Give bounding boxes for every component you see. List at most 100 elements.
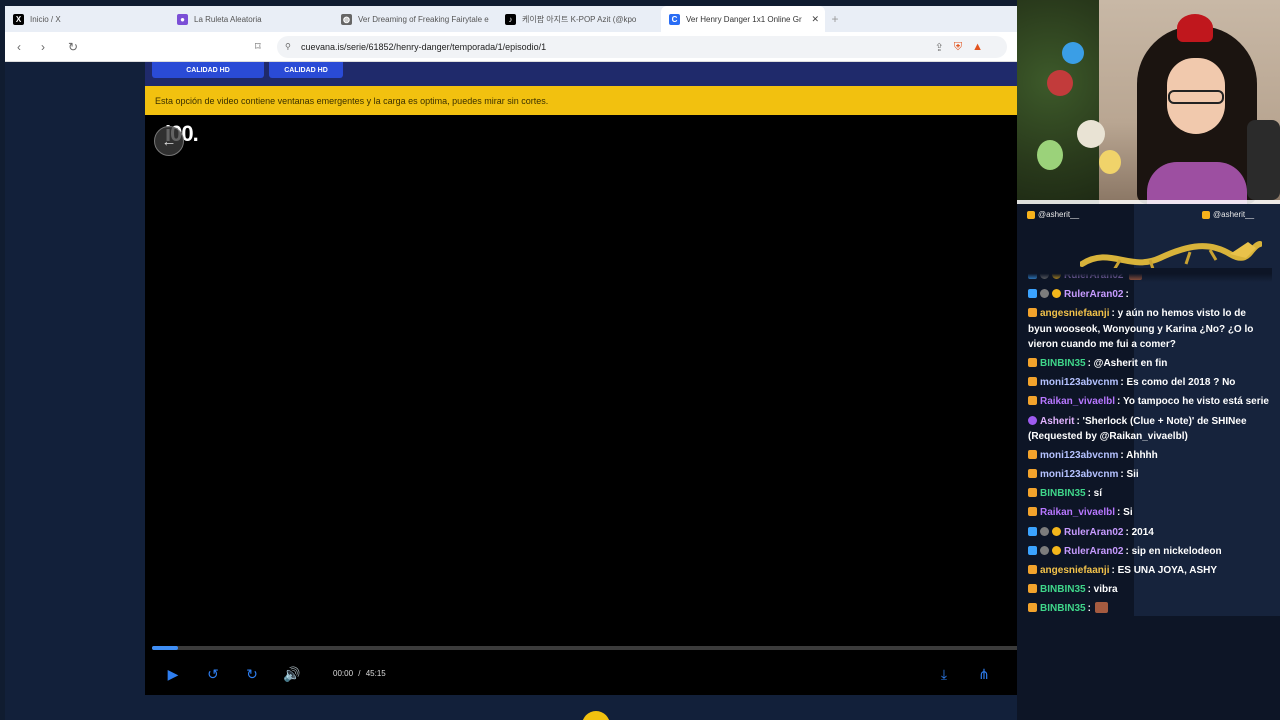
subscriber-badge-icon[interactable]: [1028, 583, 1037, 593]
forward-button[interactable]: ›: [33, 40, 53, 54]
browser-tab[interactable]: X Inicio / X: [5, 6, 169, 32]
plush-toy: [1037, 140, 1063, 170]
tab-title: Ver Dreaming of Freaking Fairytale e: [358, 14, 489, 24]
brave-shield-icon[interactable]: ⛨: [954, 41, 962, 54]
chat-username[interactable]: BINBIN35: [1040, 584, 1086, 595]
verified-badge-icon[interactable]: [1040, 289, 1049, 299]
video-progress-bar[interactable]: [152, 646, 1125, 650]
chat-message: RulerAran02: 2014: [1028, 525, 1272, 541]
browser-tab[interactable]: ♪ 케이팝 아지트 K-POP Azit (@kpo: [497, 6, 661, 32]
chat-message: RulerAran02: sip en nickelodeon: [1028, 544, 1272, 560]
browser-tab[interactable]: ◍ Ver Dreaming of Freaking Fairytale e: [333, 6, 497, 32]
chat-username[interactable]: moni123abvcnm: [1040, 450, 1118, 461]
chat-messages: RulerAran02RulerAran02:angesniefaanji: y…: [1028, 268, 1272, 620]
back-button[interactable]: ‹: [9, 40, 29, 54]
chat-top-fade: [1028, 268, 1272, 282]
rewind-10-button[interactable]: ↺: [202, 664, 224, 684]
subscriber-badge-icon[interactable]: [1028, 358, 1037, 368]
subscriber-badge-icon[interactable]: [1028, 308, 1037, 318]
santa-hat: [1177, 14, 1213, 42]
prime-badge-icon[interactable]: [1028, 289, 1037, 299]
video-player[interactable]: [145, 115, 1135, 695]
download-button[interactable]: ⤓: [933, 664, 955, 684]
bookmark-icon[interactable]: ⌑: [255, 40, 261, 53]
chat-text: : Es como del 2018 ? No: [1120, 377, 1236, 389]
microphone: [1247, 120, 1280, 200]
prime-badge-icon[interactable]: [1028, 526, 1037, 536]
bits-badge-icon[interactable]: [1052, 545, 1061, 555]
chat-header-right: @asherit__: [1202, 210, 1254, 219]
chat-text: : ES UNA JOYA, ASHY: [1111, 564, 1218, 576]
broadcaster-badge-icon[interactable]: [1028, 415, 1037, 425]
chat-username[interactable]: BINBIN35: [1040, 603, 1086, 614]
tab-title: La Ruleta Aleatoria: [194, 14, 262, 24]
chat-text: : Ahhhh: [1120, 450, 1158, 462]
subscriber-badge-icon[interactable]: [1028, 396, 1037, 406]
subscriber-badge-icon[interactable]: [1028, 450, 1037, 460]
chat-username[interactable]: Raikan_vivaelbl: [1040, 507, 1115, 518]
video-progress-fill: [152, 646, 179, 650]
chat-username[interactable]: RulerAran02: [1064, 546, 1123, 557]
subscriber-badge-icon[interactable]: [1028, 469, 1037, 479]
chat-message: moni123abvcnm: Es como del 2018 ? No: [1028, 375, 1272, 391]
verified-badge-icon[interactable]: [1040, 545, 1049, 555]
share-page-icon[interactable]: ⇪: [935, 41, 944, 54]
quality-option-2[interactable]: CALIDAD HD: [269, 62, 343, 78]
streamer: [1137, 10, 1257, 204]
tab-title: Ver Henry Danger 1x1 Online Gr: [686, 14, 802, 24]
volume-button[interactable]: 🔊: [281, 664, 303, 684]
verified-badge-icon[interactable]: [1040, 526, 1049, 536]
forward-10-button[interactable]: ↻: [241, 664, 263, 684]
subscriber-badge-icon[interactable]: [1028, 488, 1037, 498]
subscriber-badge-icon[interactable]: [1028, 564, 1037, 574]
play-button[interactable]: ▶: [162, 664, 184, 684]
chat-message: BINBIN35: @Asherit en fin: [1028, 356, 1272, 372]
browser-tab[interactable]: C Ver Henry Danger 1x1 Online Gr ✕: [661, 6, 825, 32]
share-button[interactable]: ⋔: [973, 664, 995, 684]
chat-text: : 2014: [1125, 526, 1154, 538]
chat-message: angesniefaanji: ES UNA JOYA, ASHY: [1028, 563, 1272, 579]
site-info-icon[interactable]: ⚲: [285, 42, 294, 51]
chat-username[interactable]: moni123abvcnm: [1040, 469, 1118, 480]
plush-toy: [1099, 150, 1121, 174]
duration: 45:15: [365, 669, 386, 678]
chat-message: moni123abvcnm: Ahhhh: [1028, 448, 1272, 464]
chat-username[interactable]: BINBIN35: [1040, 358, 1086, 369]
streamer-glasses: [1168, 90, 1224, 104]
time-display: 00:00 / 45:15: [333, 669, 386, 678]
chat-username[interactable]: RulerAran02: [1064, 289, 1123, 300]
quality-option-1[interactable]: CALIDAD HD: [152, 62, 264, 78]
new-tab-button[interactable]: +: [825, 12, 845, 26]
chat-username[interactable]: moni123abvcnm: [1040, 377, 1118, 388]
close-tab-icon[interactable]: ✕: [811, 14, 819, 25]
address-bar[interactable]: ⚲ cuevana.is/serie/61852/henry-danger/te…: [277, 36, 1007, 58]
chat-text: :: [1087, 602, 1091, 614]
subscriber-badge-icon[interactable]: [1028, 602, 1037, 612]
bits-badge-icon[interactable]: [1052, 289, 1061, 299]
chat-username[interactable]: angesniefaanji: [1040, 308, 1109, 319]
chat-message: Asherit: 'Sherlock (Clue + Note)' de SHI…: [1028, 414, 1272, 445]
plush-toy: [1062, 42, 1084, 64]
tab-title: Inicio / X: [30, 14, 61, 24]
chat-username[interactable]: BINBIN35: [1040, 488, 1086, 499]
chat-message: BINBIN35:: [1028, 601, 1272, 617]
chat-username[interactable]: RulerAran02: [1064, 527, 1123, 538]
webcam-overlay: [1017, 0, 1280, 204]
chat-username[interactable]: Raikan_vivaelbl: [1040, 396, 1115, 407]
plush-toy: [1077, 120, 1105, 148]
subscriber-badge-icon[interactable]: [1028, 377, 1037, 387]
chat-message: BINBIN35: vibra: [1028, 582, 1272, 598]
browser-tab[interactable]: ● La Ruleta Aleatoria: [169, 6, 333, 32]
chat-username[interactable]: Asherit: [1040, 416, 1074, 427]
bits-badge-icon[interactable]: [1052, 526, 1061, 536]
player-back-button[interactable]: ←: [154, 126, 184, 156]
brave-rewards-icon[interactable]: ▲: [972, 41, 983, 54]
chat-username[interactable]: angesniefaanji: [1040, 565, 1109, 576]
subscriber-badge-icon[interactable]: [1028, 507, 1037, 517]
reload-button[interactable]: ↻: [63, 40, 83, 54]
time-separator: /: [358, 669, 361, 678]
chat-header-left: @asherit__: [1027, 210, 1079, 219]
prime-badge-icon[interactable]: [1028, 545, 1037, 555]
twitter-icon: [1202, 210, 1210, 219]
chat-text: : Sii: [1120, 469, 1139, 481]
